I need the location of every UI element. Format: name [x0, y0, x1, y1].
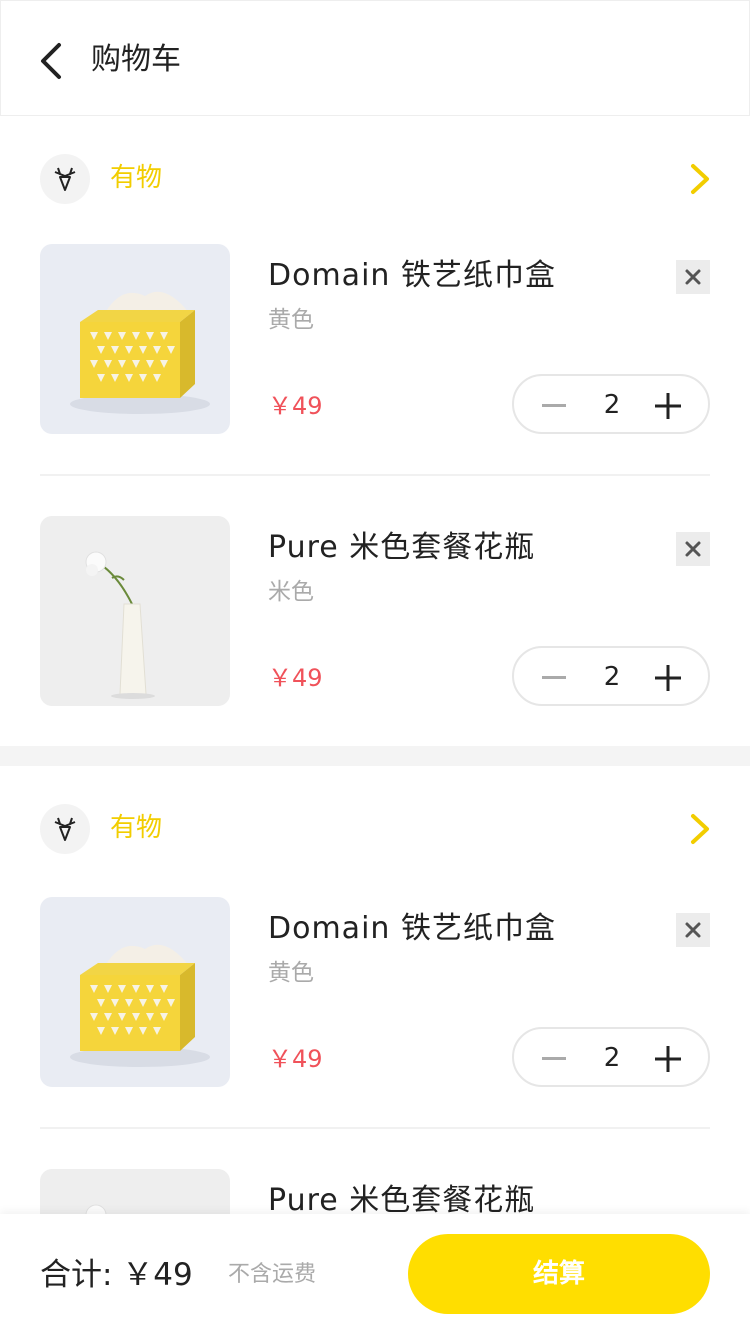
checkout-button[interactable]: 结算	[408, 1234, 710, 1314]
minus-icon	[542, 676, 566, 679]
minus-icon	[542, 404, 566, 407]
decrease-button[interactable]	[540, 394, 568, 418]
plus-icon	[655, 1046, 681, 1072]
item-name[interactable]: Domain 铁艺纸巾盒	[268, 254, 556, 298]
cart-item: Pure 米色套餐花瓶	[40, 1169, 710, 1214]
store-header[interactable]: 有物	[40, 804, 712, 854]
store-name: 有物	[110, 813, 163, 843]
item-name[interactable]: Pure 米色套餐花瓶	[268, 1179, 535, 1214]
deer-logo-icon	[40, 154, 90, 204]
white-vase-image[interactable]	[40, 1169, 230, 1214]
item-price: ￥49	[268, 1045, 323, 1073]
store-section: 有物 Domain 铁艺纸	[0, 116, 750, 746]
cart-item: Pure 米色套餐花瓶 米色 ￥49 2	[40, 516, 710, 706]
divider	[40, 474, 710, 476]
chevron-right-icon[interactable]	[688, 812, 712, 846]
deer-logo-icon	[40, 804, 90, 854]
decrease-button[interactable]	[540, 1047, 568, 1071]
yellow-tissue-box-image[interactable]	[40, 897, 230, 1087]
store-section: 有物 Domain 铁艺纸	[0, 766, 750, 1214]
chevron-left-icon	[41, 43, 61, 79]
quantity-stepper: 2	[512, 646, 710, 706]
remove-item-button[interactable]	[676, 260, 710, 294]
quantity-stepper: 2	[512, 374, 710, 434]
item-name[interactable]: Pure 米色套餐花瓶	[268, 526, 535, 570]
divider	[40, 1127, 710, 1129]
quantity-value[interactable]: 2	[588, 388, 636, 422]
remove-item-button[interactable]	[676, 532, 710, 566]
quantity-value[interactable]: 2	[588, 1041, 636, 1075]
quantity-stepper: 2	[512, 1027, 710, 1087]
item-price: ￥49	[268, 392, 323, 420]
shipping-note: 不含运费	[228, 1262, 317, 1287]
close-icon	[685, 541, 701, 557]
section-gap	[0, 746, 750, 766]
store-name: 有物	[110, 163, 163, 193]
chevron-right-icon[interactable]	[688, 162, 712, 196]
close-icon	[685, 269, 701, 285]
item-spec: 黄色	[268, 307, 314, 333]
item-price: ￥49	[268, 664, 323, 692]
quantity-value[interactable]: 2	[588, 660, 636, 694]
store-header[interactable]: 有物	[40, 154, 712, 204]
item-name[interactable]: Domain 铁艺纸巾盒	[268, 907, 556, 951]
plus-icon	[655, 393, 681, 419]
white-vase-image[interactable]	[40, 516, 230, 706]
increase-button[interactable]	[654, 664, 682, 692]
page-title: 购物车	[91, 42, 181, 77]
cart-item: Domain 铁艺纸巾盒 黄色 ￥49 2	[40, 897, 710, 1087]
item-spec: 黄色	[268, 960, 314, 986]
back-button[interactable]	[35, 39, 75, 83]
close-icon	[685, 922, 701, 938]
plus-icon	[655, 665, 681, 691]
decrease-button[interactable]	[540, 666, 568, 690]
item-spec: 米色	[268, 579, 314, 605]
app-header: 购物车	[0, 0, 750, 116]
increase-button[interactable]	[654, 1045, 682, 1073]
total-amount: 合计: ￥49	[40, 1257, 193, 1293]
remove-item-button[interactable]	[676, 913, 710, 947]
yellow-tissue-box-image[interactable]	[40, 244, 230, 434]
increase-button[interactable]	[654, 392, 682, 420]
cart-item: Domain 铁艺纸巾盒 黄色 ￥49 2	[40, 244, 710, 434]
checkout-bar: 合计: ￥49 不含运费 结算	[0, 1214, 750, 1334]
minus-icon	[542, 1057, 566, 1060]
